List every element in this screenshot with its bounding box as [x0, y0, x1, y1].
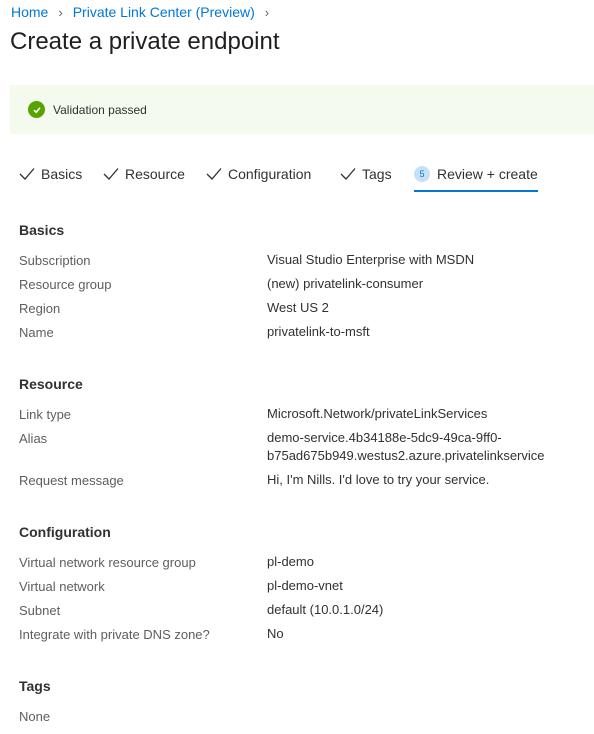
field-label-subscription: Subscription [19, 253, 91, 268]
field-label-resource-group: Resource group [19, 277, 112, 292]
field-value-vnet-resource-group: pl-demo [267, 554, 314, 569]
field-label-alias: Alias [19, 431, 48, 446]
checkmark-icon [103, 168, 119, 180]
field-label-name: Name [19, 325, 54, 340]
breadcrumb-private-link-center-link[interactable]: Private Link Center (Preview) [73, 4, 255, 20]
section-title-tags: Tags [19, 678, 51, 694]
field-label-vnet-resource-group: Virtual network resource group [19, 555, 196, 570]
breadcrumb-home-link[interactable]: Home [11, 4, 48, 20]
tab-basics[interactable]: Basics [19, 158, 82, 190]
field-value-name: privatelink-to-msft [267, 324, 370, 339]
checkmark-icon [340, 168, 356, 180]
checkmark-icon [19, 168, 35, 180]
field-label-request-message: Request message [19, 473, 124, 488]
field-value-region: West US 2 [267, 300, 329, 315]
field-label-private-dns: Integrate with private DNS zone? [19, 627, 210, 642]
tab-resource[interactable]: Resource [103, 158, 185, 190]
validation-message: Validation passed [53, 102, 147, 117]
field-value-request-message: Hi, I'm Nills. I'd love to try your serv… [267, 472, 490, 487]
section-title-basics: Basics [19, 222, 65, 238]
step-number-badge: 5 [414, 166, 430, 182]
field-value-subnet: default (10.0.1.0/24) [267, 602, 384, 617]
field-value-subscription: Visual Studio Enterprise with MSDN [267, 252, 475, 267]
tags-empty-text: None [19, 709, 51, 724]
success-check-icon [28, 101, 45, 118]
breadcrumb: Home › Private Link Center (Preview) › [11, 4, 279, 20]
checkmark-icon [206, 168, 222, 180]
tab-label: Basics [41, 166, 83, 182]
field-label-virtual-network: Virtual network [19, 579, 105, 594]
page-title: Create a private endpoint [10, 28, 280, 55]
tab-review-create[interactable]: 5 Review + create [414, 158, 538, 192]
validation-banner: Validation passed [10, 85, 594, 134]
tab-label: Review + create [437, 166, 538, 182]
field-label-subnet: Subnet [19, 603, 61, 618]
field-value-alias-continued: b75ad675b949.westus2.azure.privatelinkse… [267, 448, 545, 463]
tab-label: Configuration [228, 166, 312, 182]
chevron-right-icon: › [58, 4, 63, 20]
field-value-private-dns: No [267, 626, 284, 641]
section-title-configuration: Configuration [19, 524, 111, 540]
field-value-link-type: Microsoft.Network/privateLinkServices [267, 406, 488, 421]
tab-label: Resource [125, 166, 185, 182]
field-label-region: Region [19, 301, 61, 316]
chevron-right-icon: › [264, 4, 270, 20]
wizard-tabs: Basics Resource Configuration Tags 5 Rev… [19, 158, 579, 192]
field-value-alias: demo-service.4b34188e-5dc9-49ca-9ff0- [267, 430, 502, 445]
field-label-link-type: Link type [19, 407, 72, 422]
tab-configuration[interactable]: Configuration [206, 158, 311, 190]
field-value-resource-group: (new) privatelink-consumer [267, 276, 424, 291]
tab-tags[interactable]: Tags [340, 158, 392, 190]
tab-label: Tags [362, 166, 392, 182]
field-value-virtual-network: pl-demo-vnet [267, 578, 343, 593]
section-title-resource: Resource [19, 376, 83, 392]
